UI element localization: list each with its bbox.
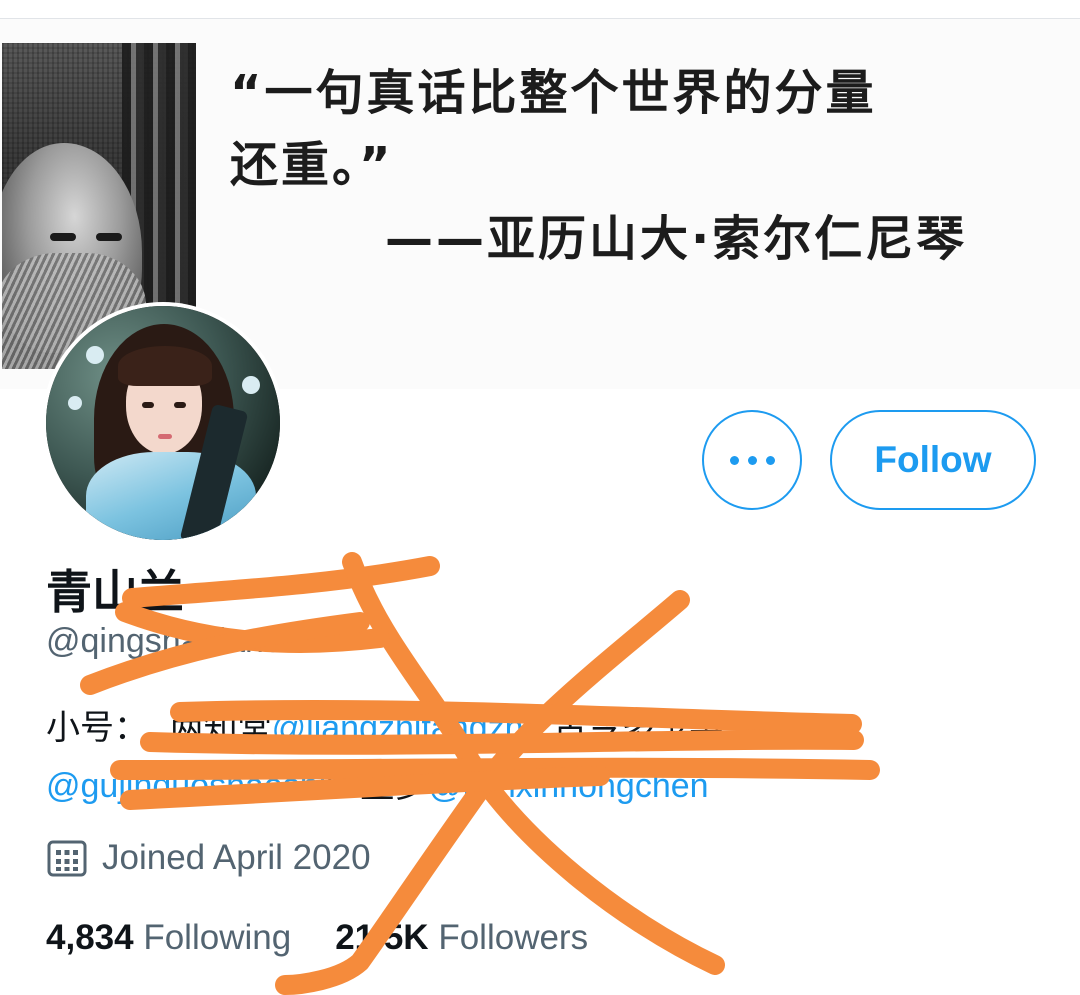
more-options-button[interactable] xyxy=(702,410,802,510)
joined-text: Joined April 2020 xyxy=(102,838,371,877)
bio-prefix: 小号： xyxy=(46,708,148,748)
followers-count: 21.5K xyxy=(335,918,429,957)
bio-line-1: 小号： 两知堂@liangzhitangzhu 古今多少事 xyxy=(46,700,723,749)
follow-button[interactable]: Follow xyxy=(830,410,1036,510)
followers-label: Followers xyxy=(438,918,589,957)
banner-quote-line-1: “一句真话比整个世界的分量 xyxy=(230,65,877,121)
avatar-image xyxy=(46,306,280,540)
bio-text-3: 红尘梦 xyxy=(326,766,429,806)
bio-line-2: @gujinduoshaoshi红尘梦@lianxinhongchen xyxy=(46,758,709,807)
banner-quote-line-2: 还重。” xyxy=(230,137,394,193)
follow-stats: 4,834 Following 21.5K Followers xyxy=(46,918,588,958)
bio-mention-link-3[interactable]: @lianxinhongchen xyxy=(428,767,708,805)
following-label: Following xyxy=(143,918,292,957)
user-handle: @qingshanlan01 xyxy=(46,622,302,660)
following-count: 4,834 xyxy=(46,918,134,957)
avatar[interactable] xyxy=(42,302,284,544)
following-link[interactable]: 4,834 Following xyxy=(46,918,291,957)
top-divider xyxy=(0,0,1080,19)
bio-text-2: 古今多少事 xyxy=(553,708,724,748)
calendar-icon xyxy=(47,840,87,877)
bio-mention-link-1[interactable]: @liangzhitangzhu xyxy=(272,709,543,747)
followers-link[interactable]: 21.5K Followers xyxy=(335,918,588,957)
joined-date: Joined April 2020 xyxy=(46,838,371,878)
banner-quote-attribution: ——亚历山大·索尔仁尼琴 xyxy=(385,211,968,267)
bio-mention-link-2[interactable]: @gujinduoshaoshi xyxy=(46,767,326,805)
bio-text-1: 两知堂 xyxy=(169,708,272,748)
more-horizontal-icon xyxy=(729,455,775,465)
display-name: 青山兰 xyxy=(46,565,184,619)
